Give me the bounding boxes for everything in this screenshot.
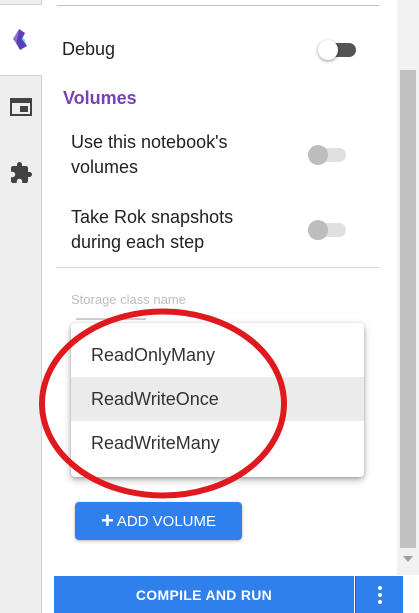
puzzle-piece-icon: [11, 162, 32, 183]
debug-toggle[interactable]: [318, 40, 356, 60]
left-sidebar-rail: [0, 0, 42, 613]
menu-item-read-write-once[interactable]: ReadWriteOnce: [71, 377, 364, 421]
volumes-section-title: Volumes: [63, 88, 137, 108]
more-vert-icon: [377, 585, 382, 590]
open-tabs-tab[interactable]: [0, 72, 42, 142]
use-notebook-volumes-toggle[interactable]: [308, 145, 346, 165]
window-icon: [10, 98, 32, 116]
use-notebook-volumes-label: Use this notebook's volumes: [71, 132, 228, 177]
scrollbar-thumb[interactable]: [400, 70, 416, 548]
compile-and-run-button[interactable]: COMPILE AND RUN: [54, 576, 354, 613]
add-volume-label: ADD VOLUME: [116, 512, 217, 530]
menu-item-read-only-many[interactable]: ReadOnlyMany: [71, 333, 364, 377]
kubeflow-logo-icon: [13, 29, 27, 50]
storage-class-field-underline: [76, 318, 146, 320]
kubeflow-tab[interactable]: [0, 4, 42, 76]
debug-toggle-knob: [318, 40, 338, 60]
panel-scrollbar[interactable]: [397, 0, 419, 575]
more-vert-dot: [377, 592, 382, 597]
scroll-down-arrow-icon[interactable]: [403, 556, 413, 562]
rok-snapshots-toggle-knob: [308, 220, 328, 240]
rok-snapshots-toggle[interactable]: [308, 220, 346, 240]
menu-item-read-write-many[interactable]: ReadWriteMany: [71, 421, 364, 465]
rok-snapshots-label: Take Rok snapshots during each step: [71, 207, 234, 252]
top-divider: [57, 5, 379, 6]
debug-label: Debug: [62, 39, 116, 59]
add-volume-button[interactable]: + ADD VOLUME: [75, 502, 242, 540]
use-notebook-volumes-toggle-knob: [308, 145, 328, 165]
more-options-button[interactable]: [355, 576, 403, 613]
storage-class-label: Storage class name: [71, 292, 186, 307]
more-vert-dot: [377, 599, 382, 604]
access-mode-menu: ReadOnlyMany ReadWriteOnce ReadWriteMany: [71, 323, 364, 477]
plus-icon: +: [100, 508, 114, 533]
extensions-tab[interactable]: [0, 138, 42, 208]
volumes-divider: [56, 267, 380, 268]
